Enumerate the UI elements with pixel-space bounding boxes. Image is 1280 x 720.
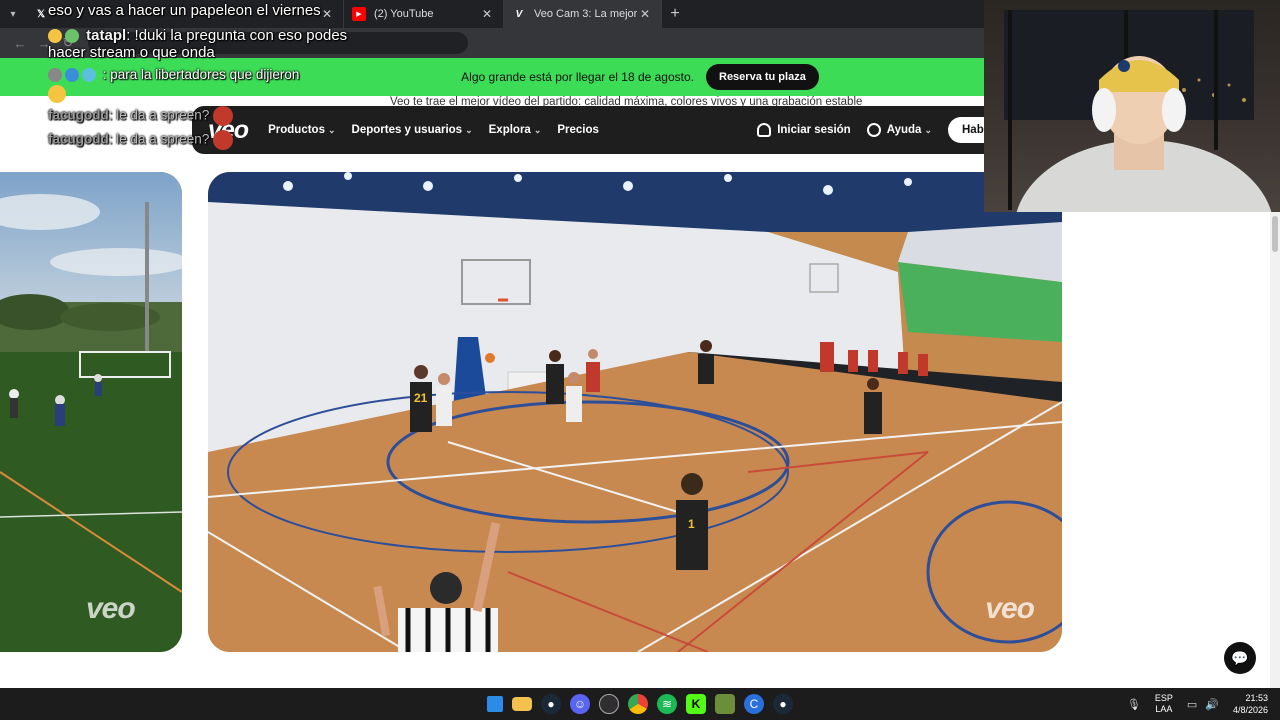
chat-message (48, 85, 388, 104)
chat-message: eso y vas a hacer un papeleon el viernes (48, 2, 388, 19)
language-indicator[interactable]: ESP LAA (1155, 693, 1173, 715)
webcam-overlay (984, 0, 1280, 212)
date: 4/8/2026 (1232, 705, 1268, 715)
scrollbar[interactable] (1270, 212, 1280, 688)
emote-icon (48, 85, 66, 104)
veo-watermark: veo (985, 592, 1035, 625)
chevron-down-icon: ⌄ (465, 125, 473, 135)
chat-support-button[interactable]: 💬 (1224, 642, 1256, 674)
emote-icon (48, 29, 62, 44)
chrome-icon[interactable] (628, 694, 648, 714)
chat-message: facugodd: le da a spreen? (48, 130, 388, 151)
veo-icon: V (515, 8, 523, 20)
volume-icon[interactable]: 🔊 (1205, 698, 1219, 711)
spotify-icon[interactable]: ≋ (657, 694, 677, 714)
login-link[interactable]: Iniciar sesión (757, 123, 851, 137)
page-right-area (1062, 212, 1270, 688)
tab-veo[interactable]: V Veo Cam 3: La mejor cámara de ✕ (504, 0, 662, 28)
chevron-down-icon: ⌄ (924, 125, 932, 136)
nav-right: Iniciar sesión Ayuda⌄ Habla con no (757, 106, 1022, 154)
chat-text: : para la libertadores que dijieron (102, 67, 300, 82)
close-icon[interactable]: ✕ (479, 7, 495, 21)
lang-code: ESP (1154, 693, 1173, 703)
chevron-down-icon: ⌄ (533, 125, 542, 135)
file-explorer-icon[interactable] (512, 697, 532, 711)
lang-layout: LAA (1155, 704, 1173, 714)
emote-icon (82, 68, 96, 83)
chat-username: facugodd (48, 108, 109, 123)
nav-label: Precios (557, 124, 599, 136)
stream-chat-overlay: eso y vas a hacer un papeleon el viernes… (48, 2, 388, 153)
microphone-icon[interactable]: 🎙 (1127, 698, 1141, 711)
obs-icon[interactable] (599, 694, 619, 714)
tab-title: Veo Cam 3: La mejor cámara de (534, 8, 637, 20)
chat-text: : le da a spreen? (108, 108, 210, 123)
webcam-scene (1004, 10, 1272, 212)
video-card-soccer[interactable]: veo (0, 172, 182, 652)
minecraft-icon[interactable] (715, 694, 735, 714)
emote-icon (48, 68, 62, 83)
screen: ▾ 𝕏 ✕ ▶ (2) YouTube ✕ V Veo Cam 3: La me… (0, 0, 1280, 720)
nav-precios[interactable]: Precios (557, 124, 599, 136)
time: 21:53 (1245, 693, 1268, 703)
kick-icon[interactable]: K (686, 694, 706, 714)
back-icon[interactable]: ← (8, 36, 32, 51)
discord-icon[interactable]: ☺ (570, 694, 590, 714)
windows-start-icon[interactable] (487, 696, 503, 712)
veo-watermark: veo (86, 592, 136, 625)
chat-username: facugodd (48, 132, 109, 147)
display-icon[interactable]: ▭ (1187, 698, 1197, 711)
jersey-number: 21 (414, 391, 428, 405)
system-tray: 🎙 ESP LAA ▭ 🔊 21:53 4/8/2026 (1123, 688, 1268, 720)
chat-bubble-icon: 💬 (1231, 649, 1249, 666)
chat-message: facugodd: le da a spreen? (48, 106, 388, 127)
help-icon (866, 123, 881, 137)
emote-icon (213, 106, 234, 127)
clock[interactable]: 21:53 4/8/2026 (1233, 692, 1268, 716)
chat-text: eso y vas a hacer un papeleon el viernes (48, 2, 321, 19)
reserve-button[interactable]: Reserva tu plaza (706, 64, 819, 90)
scrollbar-thumb[interactable] (1272, 216, 1278, 252)
soccer-scene (0, 172, 182, 652)
steam-icon-2[interactable]: ● (773, 694, 793, 714)
steam-icon[interactable]: ● (541, 694, 561, 714)
tab-title: (2) YouTube (374, 8, 434, 20)
chat-message: : para la libertadores que dijieron (48, 67, 388, 83)
emote-icon (213, 130, 234, 151)
nav-explora[interactable]: Explora ⌄ (489, 124, 542, 136)
help-label: Ayuda (886, 124, 922, 137)
jersey-number: 1 (688, 517, 695, 531)
tab-search-button[interactable]: ▾ (0, 0, 26, 28)
ccleaner-icon[interactable]: C (744, 694, 764, 714)
chat-message: tatapl: !duki la pregunta con eso podes … (48, 27, 368, 61)
new-tab-button[interactable]: + (662, 5, 688, 23)
video-card-basketball[interactable]: 21 1 veo (208, 172, 1062, 652)
emote-icon (65, 29, 79, 44)
x-logo-icon: 𝕏 (36, 8, 46, 20)
login-label: Iniciar sesión (777, 124, 851, 137)
chat-username: tatapl (86, 27, 127, 44)
promo-text: Algo grande está por llegar el 18 de ago… (461, 70, 694, 84)
help-menu[interactable]: Ayuda ⌄ (866, 123, 932, 137)
basketball-scene: 21 1 (208, 172, 1062, 652)
close-icon[interactable]: ✕ (637, 7, 653, 21)
taskbar: ● ☺ ≋ K C ● 🎙 ESP LAA ▭ 🔊 21:53 4/8/2026 (0, 688, 1280, 720)
user-icon (757, 123, 772, 137)
emote-icon (65, 68, 79, 83)
chat-text: : le da a spreen? (108, 132, 210, 147)
nav-label: Explora (488, 124, 531, 136)
